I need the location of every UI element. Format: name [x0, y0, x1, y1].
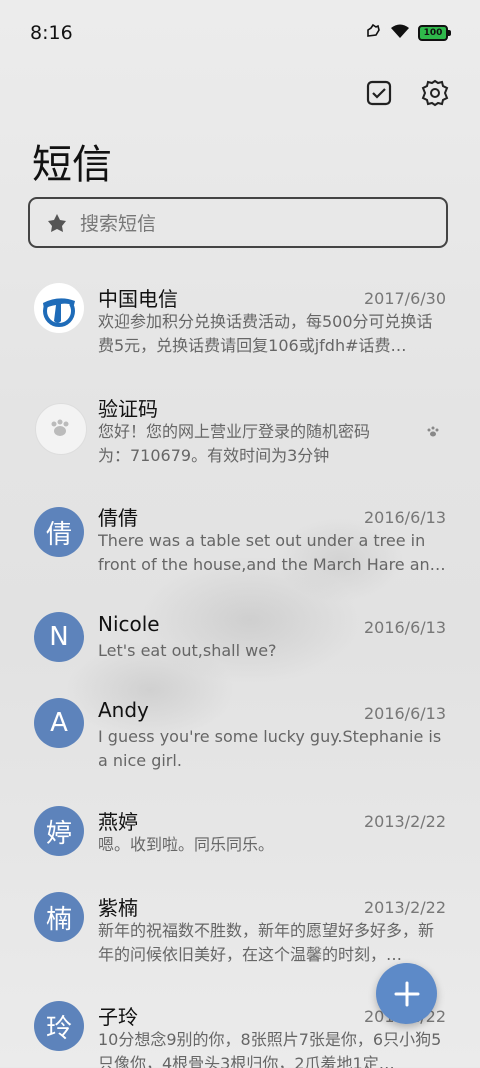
- avatar: 楠: [34, 892, 84, 942]
- message-date: 2017/6/30: [363, 289, 446, 308]
- message-preview: Let's eat out,shall we?: [98, 641, 277, 660]
- battery-icon: 100: [418, 25, 451, 41]
- avatar: 玲: [34, 1001, 84, 1051]
- wifi-icon: [390, 23, 410, 43]
- message-sender: 中国电信: [98, 287, 178, 311]
- message-preview: 嗯。收到啦。同乐同乐。: [98, 835, 275, 854]
- message-preview: I guess you're some lucky guy.Stephanie …: [98, 727, 442, 770]
- search-placeholder: 搜索短信: [80, 213, 157, 235]
- compose-button[interactable]: [376, 963, 437, 1024]
- search-input[interactable]: 搜索短信: [28, 197, 448, 248]
- message-date: 2013/2/22: [363, 812, 446, 831]
- china-telecom-logo-icon: [34, 283, 84, 333]
- gesture-icon: [364, 22, 382, 44]
- status-bar: 8:16 100: [0, 0, 480, 68]
- message-sender: Nicole: [98, 612, 160, 636]
- message-preview: 您好！您的网上营业厅登录的随机密码为：710679。有效时间为3分钟: [98, 422, 371, 465]
- plus-icon: [394, 981, 419, 1006]
- message-sender: 紫楠: [98, 896, 138, 920]
- avatar: 倩: [34, 507, 84, 557]
- message-date: 2016/6/13: [363, 704, 446, 723]
- message-preview: 10分想念9别的你，8张照片7张是你，6只小狗5只像你，4根骨头3根归你，2爪羞…: [98, 1030, 442, 1068]
- message-sender: 倩倩: [98, 506, 138, 530]
- status-time: 8:16: [30, 22, 73, 44]
- select-checkbox-icon[interactable]: [364, 78, 394, 108]
- message-sender: 验证码: [98, 397, 158, 421]
- message-sender: 燕婷: [98, 810, 138, 834]
- search-star-icon: [46, 212, 68, 234]
- message-date: 2016/6/13: [363, 508, 446, 527]
- settings-gear-icon[interactable]: [420, 78, 450, 108]
- message-sender: 子玲: [98, 1005, 138, 1029]
- paw-avatar-icon: [35, 403, 87, 455]
- message-preview: There was a table set out under a tree i…: [98, 531, 446, 574]
- avatar: N: [34, 612, 84, 662]
- avatar: 婷: [34, 806, 84, 856]
- paw-icon: [426, 423, 440, 442]
- message-date: 2013/2/22: [363, 898, 446, 917]
- message-sender: Andy: [98, 698, 149, 722]
- message-preview: 新年的祝福数不胜数，新年的愿望好多好多，新年的问候依旧美好，在这个温馨的时刻，…: [98, 921, 435, 964]
- page-title: 短信: [32, 142, 112, 188]
- message-date: 2016/6/13: [363, 618, 446, 637]
- avatar: A: [34, 698, 84, 748]
- message-preview: 欢迎参加积分兑换话费活动，每500分可兑换话费5元，兑换话费请回复106或jfd…: [98, 312, 433, 355]
